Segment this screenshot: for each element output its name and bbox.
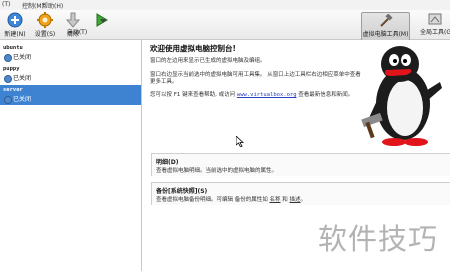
details-section[interactable]: 明细(D) 查看虚拟电脑明细。当前选中的虚拟电脑的属性。	[151, 153, 450, 176]
new-button[interactable]: 新建(N)	[0, 12, 30, 38]
vm-name: server	[3, 87, 23, 93]
details-title: 明细(D)	[156, 159, 179, 166]
virtualbox-link[interactable]: www.virtualbox.org	[237, 92, 297, 98]
vm-state-text: 已关闭	[13, 96, 32, 103]
vm-state-text: 已关闭	[13, 54, 32, 61]
vm-item-ubuntu[interactable]: ubuntu 已关闭	[0, 43, 141, 63]
new-vm-icon	[7, 12, 23, 28]
vm-name: ubuntu	[3, 45, 23, 51]
machine-tools-label: 虚拟电脑工具(M)	[362, 31, 409, 38]
vm-item-server[interactable]: server 已关闭	[0, 85, 141, 105]
hammer-icon	[379, 14, 393, 27]
snapshots-desc-text: 查看虚拟电脑备份明细。可编辑 备份的属性如	[156, 197, 268, 203]
menu-item-control[interactable]: 控制(M)	[22, 1, 44, 10]
new-label: 新建(N)	[4, 31, 26, 38]
vm-state: 已关闭	[4, 94, 31, 104]
machine-tools-button[interactable]: 虚拟电脑工具(M)	[361, 12, 410, 41]
vm-list: ubuntu 已关闭 puppy 已关闭 server 已关闭	[0, 40, 142, 271]
start-label: 启动(T)	[66, 29, 88, 36]
settings-label: 设置(S)	[34, 31, 56, 38]
details-desc: 查看虚拟电脑明细。当前选中的虚拟电脑的属性。	[156, 168, 278, 174]
welcome-paragraph-3: 您可以按 F1 键来查看帮助, 或访问 www.virtualbox.org 查…	[150, 92, 365, 99]
vm-state-text: 已关闭	[13, 75, 32, 82]
snapshots-desc-mid: 和	[282, 197, 288, 203]
snapshots-desc: 查看虚拟电脑备份明细。可编辑 备份的属性如 名称 和 描述。	[156, 195, 306, 203]
gear-icon	[37, 12, 53, 28]
mouse-cursor-icon	[236, 136, 244, 147]
help-text-end: 查看最新信息和新闻。	[298, 92, 354, 98]
welcome-paragraph-1: 窗口的左边用来显示已生成的虚拟电脑及编组。	[150, 58, 266, 64]
vm-name: puppy	[3, 66, 20, 72]
settings-button[interactable]: 设置(S)	[30, 12, 60, 38]
start-dropdown-icon[interactable]	[100, 18, 106, 24]
vm-state: 已关闭	[4, 73, 31, 83]
toolbar: 新建(N) 设置(S) 清除 启动(T) 虚拟电脑工具(M) 全局工具(G	[0, 10, 450, 41]
snapshots-desc-end: 。	[300, 197, 307, 203]
vm-item-puppy[interactable]: puppy 已关闭	[0, 64, 141, 84]
snapshots-title: 备份[系统快照](S)	[156, 188, 208, 195]
menu-item-tools[interactable]: (T)	[2, 1, 10, 8]
snapshots-section[interactable]: 备份[系统快照](S) 查看虚拟电脑备份明细。可编辑 备份的属性如 名称 和 描…	[151, 182, 450, 205]
powered-off-icon	[4, 74, 12, 83]
penguin-mascot-icon	[361, 46, 442, 146]
welcome-title: 欢迎使用虚拟电脑控制台!	[150, 44, 236, 53]
watermark-text: 软件技巧	[318, 222, 439, 256]
start-button-icon-group[interactable]	[89, 12, 115, 38]
global-tools-button[interactable]: 全局工具(G)	[420, 12, 450, 38]
global-tools-label: 全局工具(G)	[420, 29, 450, 36]
menu-item-help[interactable]: 帮助(H)	[42, 1, 63, 10]
description-link[interactable]: 描述	[290, 197, 301, 203]
help-text: 您可以按 F1 键来查看帮助, 或访问	[150, 92, 236, 98]
vm-state: 已关闭	[4, 52, 31, 62]
start-label-wrap: 启动(T)	[62, 27, 92, 37]
name-link[interactable]: 名称	[270, 197, 281, 203]
global-tools-icon	[428, 13, 442, 25]
powered-off-icon	[4, 95, 12, 104]
welcome-paragraph-2: 窗口右边显示当前选中的虚拟电脑可用工具集。 从窗口上边工具栏右边相应菜单中查看更…	[150, 72, 361, 85]
powered-off-icon	[4, 53, 12, 62]
